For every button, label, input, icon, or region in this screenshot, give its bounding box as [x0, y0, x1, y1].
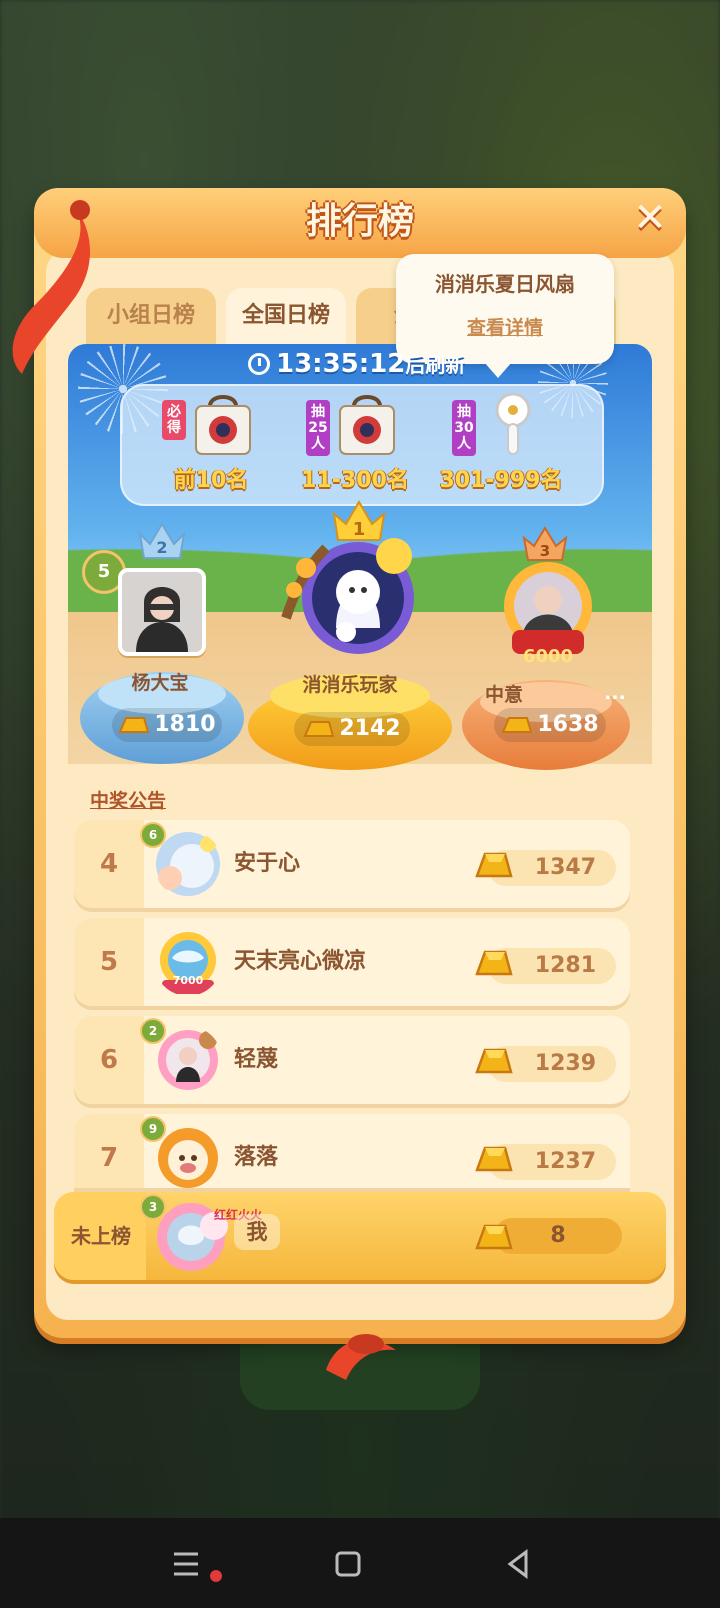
- rank-number: 5: [99, 947, 119, 977]
- player-score: 1239: [534, 1051, 596, 1076]
- second-score: 1810: [112, 708, 222, 742]
- timer-suffix: 后刷新: [405, 353, 466, 377]
- level-badge: 9: [140, 1116, 166, 1142]
- prize-label: 301-999名: [439, 468, 563, 493]
- tab-national-daily[interactable]: 全国日榜: [226, 288, 346, 344]
- first-score: 2142: [294, 712, 410, 746]
- player-score: 1281: [534, 953, 596, 978]
- home-icon[interactable]: [324, 1540, 372, 1588]
- timer-time: 13:35:12: [276, 349, 406, 379]
- level-badge: 2: [140, 1018, 166, 1044]
- frame-text: 6000: [522, 646, 574, 667]
- bag-icon: [195, 395, 251, 455]
- list-item[interactable]: 5 7000 天末亮心微凉 1281: [74, 918, 630, 1006]
- rank-status: 未上榜: [71, 1224, 131, 1248]
- crown-silver-icon: 2: [138, 522, 186, 559]
- gold-bar-icon: [475, 1146, 513, 1172]
- back-icon[interactable]: [494, 1540, 542, 1588]
- my-score: 8: [550, 1223, 566, 1248]
- third-more: ...: [604, 682, 626, 704]
- avatar-frame-third: [504, 562, 592, 654]
- gold-bar-icon: [475, 1048, 513, 1074]
- prize-label: 前10名: [173, 468, 249, 493]
- second-name: 杨大宝: [131, 672, 189, 694]
- gold-bar-icon: [475, 852, 513, 878]
- player-name: 安于心: [234, 851, 301, 876]
- second-rank-number: 2: [156, 538, 167, 557]
- tab-group-daily[interactable]: 小组日榜: [86, 288, 216, 344]
- page-title: 排行榜: [305, 201, 414, 242]
- avatar: [118, 568, 206, 656]
- my-name: 我: [234, 1214, 280, 1250]
- prize-tag: 抽30人: [452, 400, 476, 456]
- system-nav-bar: [0, 1518, 720, 1608]
- notification-dot: [210, 1570, 222, 1582]
- my-rank-row[interactable]: 未上榜 红红火火 3 我 8: [40, 1188, 680, 1284]
- gold-bar-icon: [303, 721, 335, 737]
- avatar-frame-first: [281, 538, 414, 654]
- tooltip-title: 消消乐夏日风扇: [435, 272, 575, 296]
- gold-bar-icon: [118, 717, 150, 733]
- rank-number: 4: [99, 849, 119, 879]
- fan-icon: [495, 392, 531, 455]
- list-item[interactable]: 7 9 落落 1237: [74, 1114, 630, 1188]
- prize-box: 必得 前10名 抽25人 11-300名 抽30人 301-999名: [120, 384, 604, 506]
- player-score: 1237: [534, 1149, 596, 1174]
- frame-text: 7000: [172, 974, 204, 987]
- close-button[interactable]: ✕: [628, 196, 672, 240]
- avatar-image: [122, 572, 202, 652]
- winner-announcement-link[interactable]: 中奖公告: [90, 786, 166, 813]
- third-name: 中意: [484, 684, 523, 706]
- menu-icon[interactable]: [162, 1540, 210, 1588]
- prize-item[interactable]: 抽25人 11-300名: [280, 386, 430, 504]
- gold-bar-icon: [501, 717, 533, 733]
- ribbon-decoration: [326, 1334, 396, 1380]
- clock-icon: [248, 353, 270, 375]
- rank-number: 6: [99, 1045, 119, 1075]
- bag-icon: [339, 395, 395, 455]
- first-name: 消消乐玩家: [302, 674, 398, 696]
- level-badge: 6: [140, 822, 166, 848]
- prize-tag: 抽25人: [306, 400, 330, 456]
- level-badge: 3: [140, 1194, 166, 1220]
- list-item[interactable]: 4 6 安于心 1347: [74, 820, 630, 908]
- prize-label: 11-300名: [301, 468, 409, 493]
- prize-tag: 必得: [162, 400, 186, 440]
- player-name: 轻蔑: [234, 1047, 279, 1072]
- refresh-timer: 13:35:12后刷新: [248, 346, 478, 382]
- gold-bar-icon: [475, 950, 513, 976]
- player-name: 天末亮心微凉: [234, 949, 367, 974]
- view-details-link[interactable]: 查看详情: [396, 313, 614, 340]
- player-score: 1347: [534, 855, 596, 880]
- list-item[interactable]: 6 2 轻蔑 1239: [74, 1016, 630, 1104]
- third-score: 1638: [494, 708, 606, 742]
- prize-item[interactable]: 抽30人 301-999名: [426, 386, 576, 504]
- prize-item[interactable]: 必得 前10名: [136, 386, 286, 504]
